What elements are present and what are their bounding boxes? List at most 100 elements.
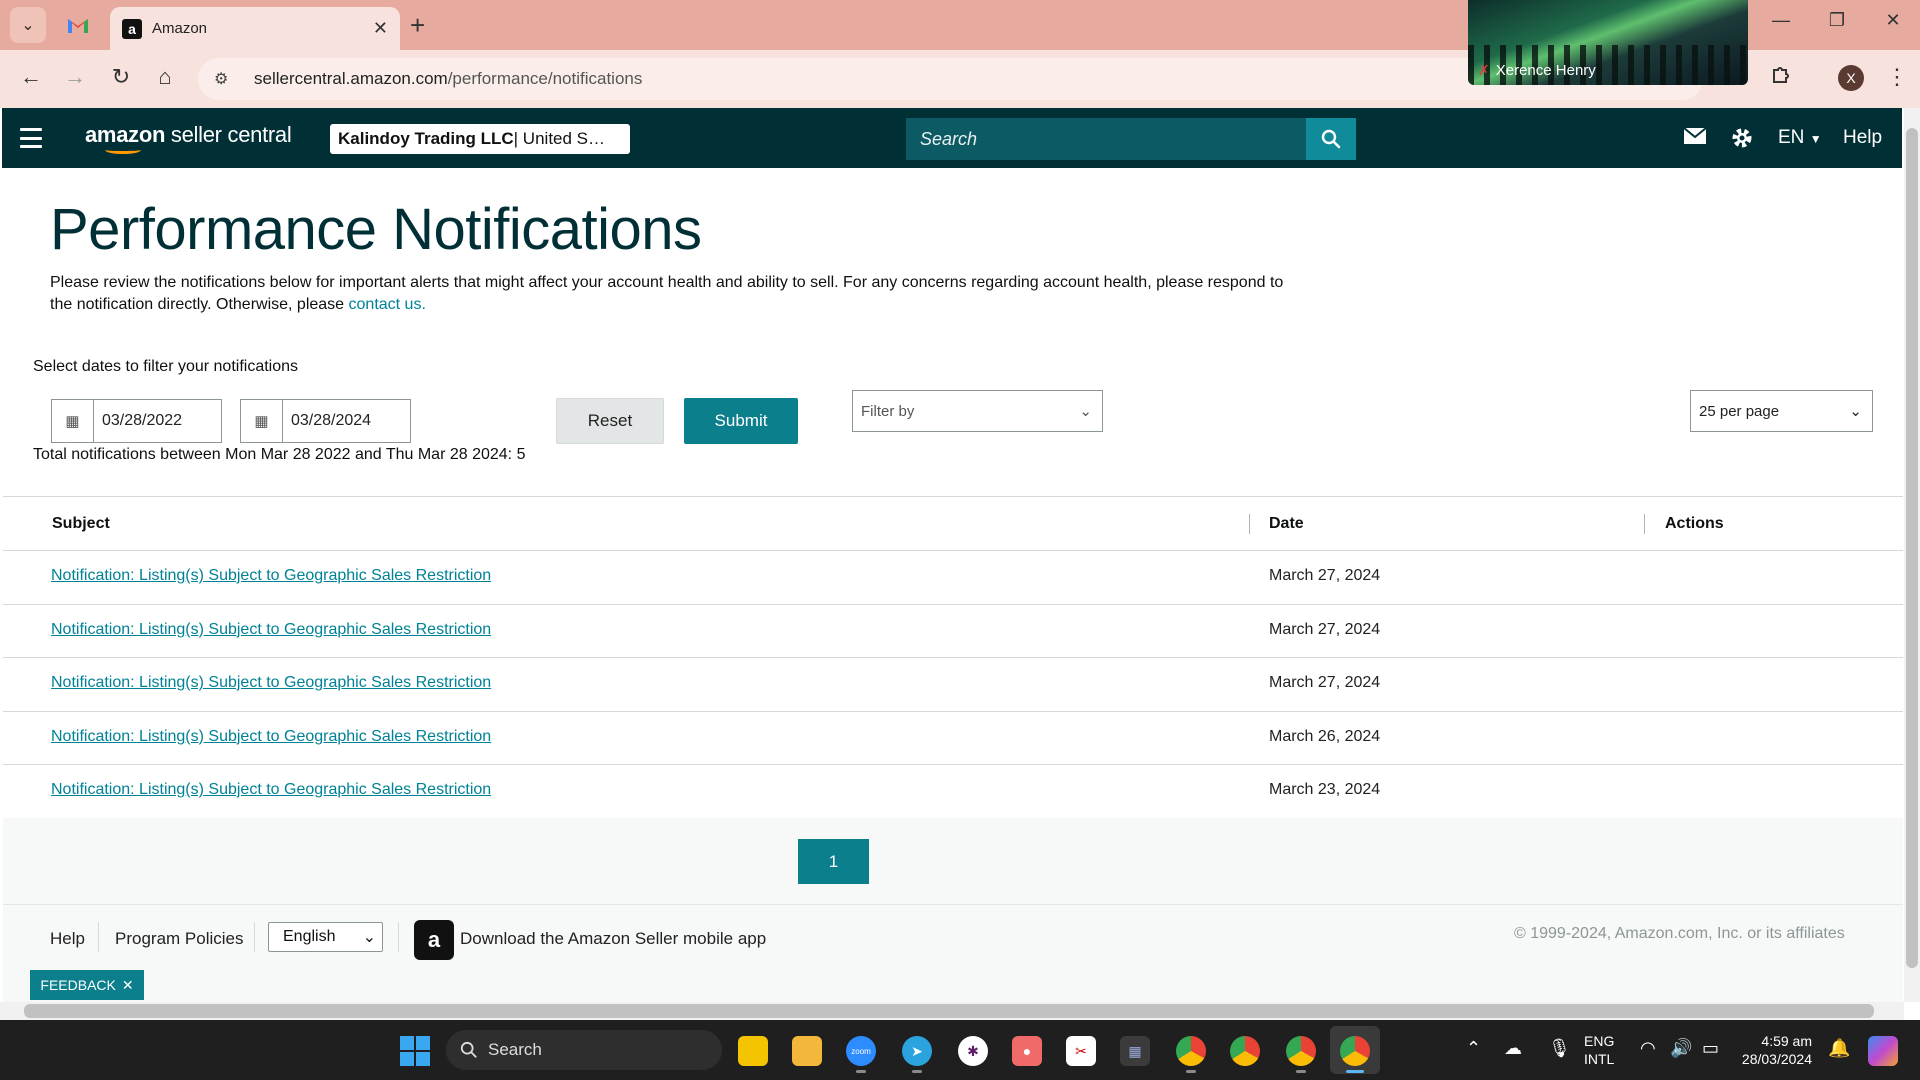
chrome-icon-active[interactable] [1340, 1036, 1370, 1066]
notification-subject-link[interactable]: Notification: Listing(s) Subject to Geog… [51, 728, 491, 746]
chevron-down-icon: ⌄ [362, 929, 376, 946]
battery-icon[interactable]: ▭ [1702, 1038, 1719, 1059]
total-notifications-text: Total notifications between Mon Mar 28 2… [33, 446, 526, 463]
settings-gear-icon[interactable] [1730, 126, 1754, 156]
contact-us-link[interactable]: contact us. [349, 296, 426, 313]
restore-icon[interactable]: ❐ [1822, 10, 1852, 31]
intro-text: Please review the notifications below fo… [50, 274, 1284, 313]
chevron-down-icon: ⌄ [1079, 403, 1092, 420]
close-tab-icon[interactable]: ✕ [373, 18, 388, 39]
notification-subject-link[interactable]: Notification: Listing(s) Subject to Geog… [51, 781, 491, 799]
program-policies-link[interactable]: Program Policies [115, 929, 244, 949]
calendar-icon[interactable]: ▦ [52, 400, 94, 442]
new-tab-plus-icon[interactable]: + [410, 10, 425, 40]
seller-central-logo[interactable]: amazon seller central [85, 122, 292, 154]
onedrive-cloud-icon[interactable]: ☁ [1504, 1038, 1522, 1059]
download-app-link[interactable]: Download the Amazon Seller mobile app [460, 929, 766, 949]
running-indicator [912, 1070, 922, 1073]
sticky-notes-icon[interactable] [738, 1036, 768, 1066]
table-row: Notification: Listing(s) Subject to Geog… [3, 605, 1903, 658]
wifi-icon[interactable]: ◠ [1640, 1038, 1656, 1059]
running-indicator [1296, 1070, 1306, 1073]
gmail-tab[interactable] [60, 7, 96, 43]
notification-date: March 23, 2024 [1269, 781, 1381, 798]
start-date-field[interactable]: ▦ 03/28/2022 [51, 399, 222, 443]
site-settings-icon[interactable]: ⚙ [214, 69, 240, 89]
notification-subject-link[interactable]: Notification: Listing(s) Subject to Geog… [51, 674, 491, 692]
close-icon[interactable]: ✕ [122, 977, 134, 994]
chrome-icon[interactable] [1286, 1036, 1316, 1066]
seller-app-icon[interactable]: a [414, 920, 454, 960]
notification-date: March 27, 2024 [1269, 674, 1381, 691]
notification-subject-link[interactable]: Notification: Listing(s) Subject to Geog… [51, 621, 491, 639]
input-language-indicator[interactable]: ENG INTL [1584, 1032, 1614, 1068]
column-header-actions: Actions [1665, 515, 1724, 532]
reload-icon[interactable]: ↻ [106, 64, 136, 90]
search-input[interactable] [906, 118, 1306, 160]
chrome-icon[interactable] [1176, 1036, 1206, 1066]
notification-date: March 27, 2024 [1269, 620, 1381, 638]
column-header-subject[interactable]: Subject [52, 515, 110, 533]
hamburger-menu-icon[interactable] [20, 128, 42, 148]
vertical-scroll-thumb[interactable] [1906, 128, 1918, 968]
per-page-select[interactable]: 25 per page ⌄ [1690, 390, 1873, 432]
footer-language-select[interactable]: English ⌄ [268, 922, 383, 952]
windows-start-icon[interactable] [400, 1036, 430, 1066]
home-icon[interactable]: ⌂ [150, 64, 180, 90]
start-date-value[interactable]: 03/28/2022 [94, 400, 182, 442]
reset-button[interactable]: Reset [556, 398, 664, 444]
page-button-current[interactable]: 1 [798, 839, 869, 884]
video-call-tile: ✗ Xerence Henry [1468, 0, 1748, 85]
pagination-area [3, 818, 1903, 904]
extensions-puzzle-icon[interactable] [1770, 64, 1792, 92]
show-hidden-icons-chevron-icon[interactable]: ⌃ [1466, 1038, 1481, 1059]
feedback-button[interactable]: FEEDBACK ✕ [30, 970, 144, 1000]
slack-icon[interactable]: ✱ [958, 1036, 988, 1066]
mail-icon[interactable] [1683, 126, 1707, 152]
taskbar-search[interactable]: Search [446, 1030, 722, 1070]
browser-tab-amazon[interactable]: a Amazon ✕ [110, 7, 400, 50]
asana-icon[interactable]: ● [1012, 1036, 1042, 1066]
date-filter-label: Select dates to filter your notification… [33, 358, 299, 375]
end-date-value[interactable]: 03/28/2024 [283, 400, 371, 442]
amazon-favicon-icon: a [122, 18, 142, 39]
chrome-icon[interactable] [1230, 1036, 1260, 1066]
calculator-icon[interactable]: ▦ [1120, 1036, 1150, 1066]
end-date-field[interactable]: ▦ 03/28/2024 [240, 399, 411, 443]
filter-by-select[interactable]: Filter by ⌄ [852, 390, 1103, 432]
tab-search-chevron-icon[interactable]: ⌄ [10, 7, 46, 43]
back-arrow-icon[interactable]: ← [16, 64, 46, 90]
page-footer [3, 904, 1903, 1002]
close-window-icon[interactable]: ✕ [1878, 10, 1908, 31]
running-indicator [856, 1070, 866, 1073]
microphone-icon[interactable]: 🎙 [1548, 1038, 1571, 1059]
minimize-icon[interactable]: — [1766, 10, 1796, 31]
chevron-down-icon: ⌄ [1849, 403, 1862, 420]
telegram-icon[interactable]: ➤ [902, 1036, 932, 1066]
language-dropdown[interactable]: EN ▼ [1778, 127, 1822, 149]
submit-button[interactable]: Submit [684, 398, 798, 444]
forward-arrow-icon[interactable]: → [60, 64, 90, 90]
horizontal-scroll-thumb[interactable] [24, 1004, 1874, 1018]
file-explorer-icon[interactable] [792, 1036, 822, 1066]
footer-divider [254, 922, 255, 952]
snipping-tool-icon[interactable]: ✂ [1066, 1036, 1096, 1066]
calendar-icon[interactable]: ▦ [241, 400, 283, 442]
clock[interactable]: 4:59 am 28/03/2024 [1736, 1032, 1812, 1068]
account-switcher[interactable]: Kalindoy Trading LLC | United S… [330, 124, 630, 154]
table-header-row: Subject Date Actions [3, 497, 1903, 551]
column-header-date[interactable]: Date [1269, 515, 1304, 533]
muted-mic-icon: ✗ [1478, 62, 1490, 78]
volume-icon[interactable]: 🔊 [1670, 1038, 1692, 1059]
zoom-icon[interactable]: zoom [846, 1036, 876, 1066]
notification-bell-icon[interactable]: 🔔 [1828, 1038, 1850, 1059]
copilot-icon[interactable] [1868, 1036, 1898, 1066]
search-button[interactable] [1306, 118, 1356, 160]
profile-avatar[interactable]: X [1838, 65, 1864, 91]
page-title: Performance Notifications [50, 197, 702, 262]
header-help-link[interactable]: Help [1843, 127, 1882, 149]
footer-help-link[interactable]: Help [50, 929, 85, 949]
url-text: sellercentral.amazon.com/performance/not… [254, 69, 643, 88]
notification-subject-link[interactable]: Notification: Listing(s) Subject to Geog… [51, 567, 491, 585]
browser-menu-icon[interactable]: ⋮ [1886, 64, 1908, 90]
